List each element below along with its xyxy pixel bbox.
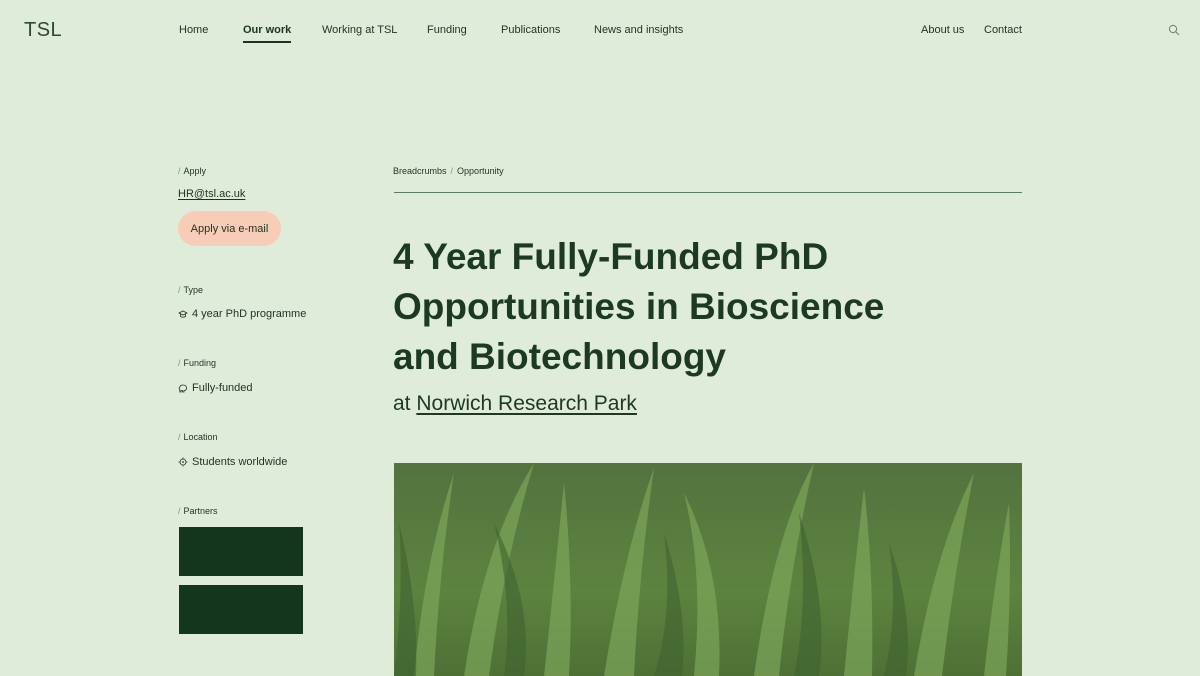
graduation-cap-icon	[178, 310, 188, 318]
norwich-research-park-link[interactable]: Norwich Research Park	[416, 392, 637, 415]
title-line: and Biotechnology	[393, 336, 726, 377]
location-value: Students worldwide	[192, 456, 288, 468]
location-heading: / Location	[178, 432, 218, 442]
breadcrumb: Breadcrumbs / Opportunity	[393, 166, 504, 176]
page-title: 4 Year Fully-Funded PhD Opportunities in…	[393, 232, 953, 382]
subtitle-prefix: at	[393, 392, 411, 415]
title-line: 4 Year Fully-Funded PhD	[393, 236, 829, 277]
type-value-row: 4 year PhD programme	[178, 308, 306, 320]
type-heading-text: Type	[183, 285, 204, 295]
globe-target-icon	[178, 457, 188, 467]
partners-heading-text: Partners	[183, 506, 218, 516]
site-logo[interactable]: TSL	[24, 19, 62, 42]
email-link[interactable]: HR@tsl.ac.uk	[178, 188, 245, 200]
nav-contact[interactable]: Contact	[984, 24, 1022, 36]
grass-image	[394, 463, 1010, 676]
funding-value-row: Fully-funded	[178, 382, 253, 394]
piggy-bank-icon	[178, 384, 187, 393]
apply-heading-text: Apply	[183, 166, 207, 176]
title-line: Opportunities in Bioscience	[393, 286, 885, 327]
funding-value: Fully-funded	[192, 382, 253, 394]
search-icon[interactable]	[1168, 24, 1180, 36]
nav-news-and-insights[interactable]: News and insights	[594, 24, 683, 36]
nav-funding[interactable]: Funding	[427, 24, 467, 36]
partners-heading: / Partners	[178, 506, 218, 516]
location-value-row: Students worldwide	[178, 456, 287, 468]
breadcrumb-current: Opportunity	[457, 166, 504, 176]
page-subtitle: at Norwich Research Park	[393, 392, 637, 416]
divider	[394, 192, 1022, 193]
nav-working-at-tsl[interactable]: Working at TSL	[322, 24, 397, 36]
hero-image	[394, 463, 1022, 676]
partner-logo[interactable]	[179, 585, 303, 634]
apply-heading: / Apply	[178, 166, 207, 176]
funding-heading-text: Funding	[183, 358, 217, 368]
nav-home[interactable]: Home	[179, 24, 208, 36]
nav-publications[interactable]: Publications	[501, 24, 560, 36]
partner-logo[interactable]	[179, 527, 303, 576]
funding-heading: / Funding	[178, 358, 217, 368]
location-heading-text: Location	[183, 432, 218, 442]
nav-our-work[interactable]: Our work	[243, 24, 292, 43]
breadcrumb-root[interactable]: Breadcrumbs	[393, 166, 447, 176]
apply-via-email-button[interactable]: Apply via e-mail	[178, 211, 281, 246]
type-heading: / Type	[178, 285, 204, 295]
nav-about-us[interactable]: About us	[921, 24, 964, 36]
type-value: 4 year PhD programme	[192, 308, 307, 320]
